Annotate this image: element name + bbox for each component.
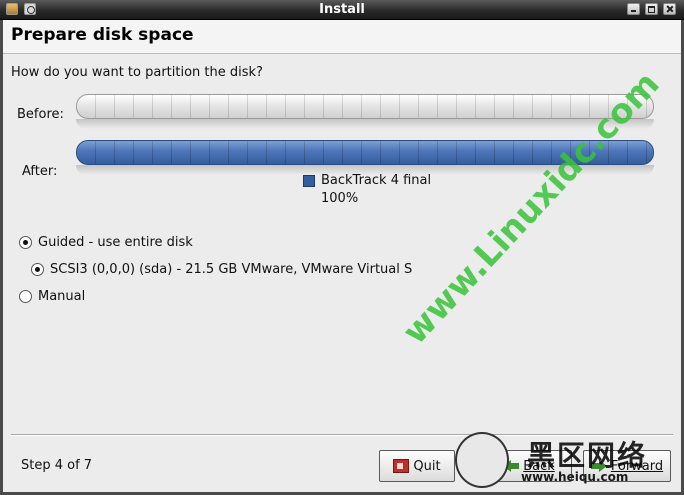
footer-separator <box>11 434 673 436</box>
page-title: Prepare disk space <box>11 25 194 45</box>
after-label: After: <box>22 164 58 179</box>
window-frame <box>0 20 684 495</box>
legend-partition-name: BackTrack 4 final <box>321 173 432 188</box>
after-partition-bar <box>76 140 654 165</box>
close-icon[interactable] <box>663 3 676 15</box>
back-button[interactable]: Back <box>486 450 572 482</box>
back-arrow-icon <box>503 459 520 473</box>
maximize-icon[interactable] <box>645 3 658 15</box>
before-bar-reflection <box>76 119 654 129</box>
option-guided[interactable]: Guided - use entire disk <box>19 235 193 250</box>
partition-question: How do you want to partition the disk? <box>11 65 263 80</box>
minimize-icon[interactable] <box>627 3 640 15</box>
window-title: Install <box>319 2 365 17</box>
option-manual-label: Manual <box>38 289 86 304</box>
before-label: Before: <box>17 107 64 122</box>
window-titlebar[interactable]: Install <box>0 0 684 20</box>
before-partition-bar <box>76 94 654 119</box>
option-disk[interactable]: SCSI3 (0,0,0) (sda) - 21.5 GB VMware, VM… <box>31 262 412 277</box>
quit-icon <box>393 459 410 473</box>
option-guided-label: Guided - use entire disk <box>38 235 193 250</box>
back-button-label: Back <box>523 458 555 474</box>
step-indicator: Step 4 of 7 <box>21 458 93 473</box>
forward-button-label: Forward <box>610 458 664 474</box>
page-header: Prepare disk space <box>3 20 681 54</box>
option-manual[interactable]: Manual <box>19 289 85 304</box>
quit-button-label: Quit <box>413 458 441 474</box>
radio-manual[interactable] <box>19 290 32 303</box>
quit-button[interactable]: Quit <box>379 450 455 482</box>
forward-arrow-icon <box>590 459 607 473</box>
legend-swatch <box>303 175 315 187</box>
radio-guided[interactable] <box>19 236 32 249</box>
option-disk-label: SCSI3 (0,0,0) (sda) - 21.5 GB VMware, VM… <box>50 262 413 277</box>
radio-disk[interactable] <box>31 263 44 276</box>
legend-partition-percent: 100% <box>321 191 359 206</box>
forward-button[interactable]: Forward <box>583 450 671 482</box>
